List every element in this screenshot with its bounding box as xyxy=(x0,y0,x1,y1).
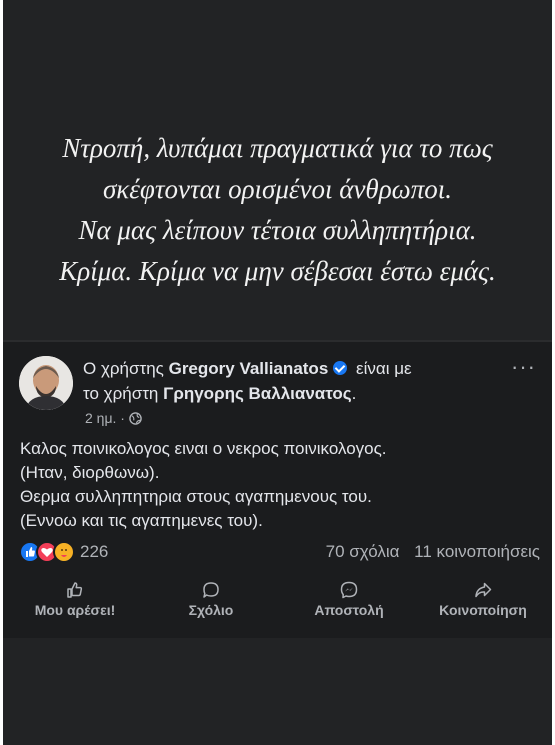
reactions-summary[interactable]: 226 xyxy=(19,541,109,563)
avatar[interactable] xyxy=(19,356,73,410)
header-line2-suffix: . xyxy=(351,384,357,403)
comment-button[interactable]: Σχόλιο xyxy=(151,580,271,620)
share-label: Κοινοποίηση xyxy=(439,602,527,618)
more-options-button[interactable]: ··· xyxy=(511,354,536,380)
post-header: Ο χρήστης Gregory Vallianatos είναι με xyxy=(83,359,412,379)
globe-icon xyxy=(129,412,142,425)
tagged-user[interactable]: Γρηγορης Βαλλιανατος xyxy=(163,384,351,403)
care-reaction-icon xyxy=(53,541,75,563)
post-meta: 2 ημ. · xyxy=(85,410,142,426)
with-text: είναι με xyxy=(356,359,412,378)
engagement-counts: 70 σχόλια 11 κοινοποιήσεις xyxy=(326,542,540,562)
thumbs-up-icon xyxy=(67,582,83,598)
share-button[interactable]: Κοινοποίηση xyxy=(423,580,543,620)
post-time[interactable]: 2 ημ. · xyxy=(85,410,125,426)
comment-label: Σχόλιο xyxy=(188,602,234,618)
send-button[interactable]: Αποστολή xyxy=(289,580,409,620)
post-body-line: Θερμα συλληπητηρια στους αγαπημενους του… xyxy=(20,487,372,506)
header-line2-prefix: το χρήστη xyxy=(83,384,159,403)
facebook-post: Ο χρήστης Gregory Vallianatos είναι με τ… xyxy=(3,342,552,638)
quote-line: Να μας λείπουν τέτοια συλληπητήρια. xyxy=(78,215,477,245)
post-body-line: (Εννοω και τις αγαπημενες του). xyxy=(20,511,263,530)
post-body-line: (Ηταν, διορθωνω). xyxy=(20,463,160,482)
like-label: Μου αρέσει! xyxy=(34,602,116,618)
quote-text: Ντροπή, λυπάμαι πραγματικά για το πως σκ… xyxy=(3,128,552,292)
screenshot-frame: Ντροπή, λυπάμαι πραγματικά για το πως σκ… xyxy=(3,0,552,745)
quote-line: Κρίμα. Κρίμα να μην σέβεσαι έστω εμάς. xyxy=(59,256,496,286)
like-button[interactable]: Μου αρέσει! xyxy=(15,580,135,620)
verified-badge-icon xyxy=(333,361,348,375)
author-name[interactable]: Gregory Vallianatos xyxy=(169,359,329,378)
reaction-count: 226 xyxy=(80,542,109,561)
send-label: Αποστολή xyxy=(314,602,384,618)
quote-line: Ντροπή, λυπάμαι πραγματικά για το πως xyxy=(62,133,493,163)
quote-line: σκέφτονται ορισμένοι άνθρωποι. xyxy=(102,174,452,204)
post-body-line: Καλος ποινικολογος ειναι ο νεκρος ποινικ… xyxy=(20,439,387,458)
comments-count[interactable]: 70 σχόλια xyxy=(326,542,400,561)
share-arrow-icon xyxy=(475,582,492,598)
post-actions: Μου αρέσει! Σχόλιο Αποστολή Κοινοποίηση xyxy=(3,580,552,630)
messenger-icon xyxy=(340,581,358,599)
header-prefix: Ο χρήστης xyxy=(83,359,164,378)
post-body: Καλος ποινικολογος ειναι ο νεκρος ποινικ… xyxy=(20,437,387,533)
post-header-line2: το χρήστη Γρηγορης Βαλλιανατος. xyxy=(83,384,356,404)
shares-count[interactable]: 11 κοινοποιήσεις xyxy=(414,542,540,561)
comment-bubble-icon xyxy=(203,582,219,598)
